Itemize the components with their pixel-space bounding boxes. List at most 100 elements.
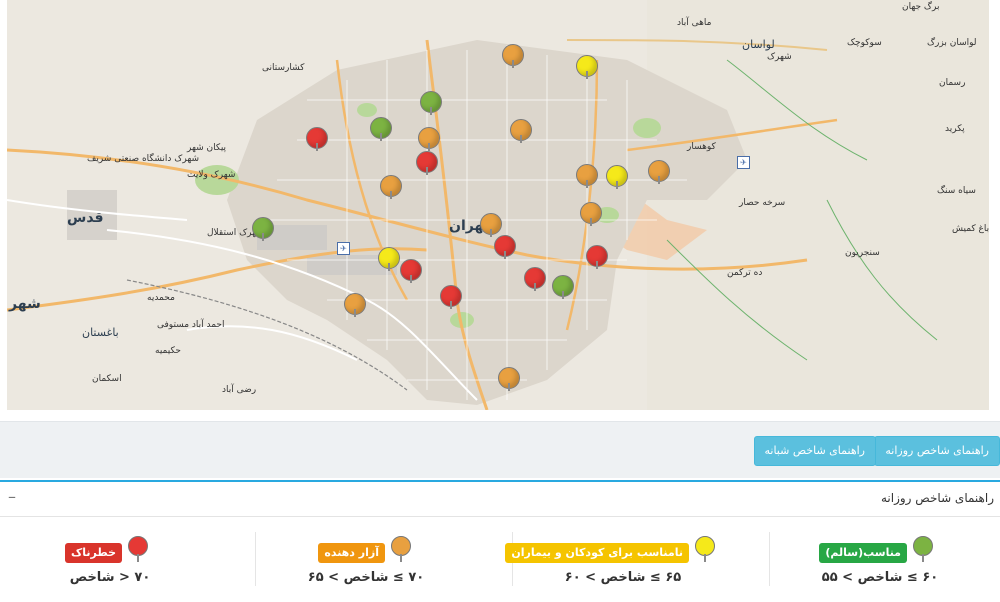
marker-pin bbox=[586, 180, 588, 188]
marker-pin bbox=[430, 107, 432, 115]
collapse-button[interactable]: – bbox=[8, 487, 16, 506]
index-range: ۶۵ ≥ شاخص > ۶۰ bbox=[564, 570, 682, 585]
marker-pin bbox=[512, 60, 514, 68]
night-index-guide-button[interactable]: راهنمای شاخص شبانه bbox=[753, 436, 876, 466]
marker-pin bbox=[534, 283, 536, 291]
map-label: ده ترکمن bbox=[727, 268, 763, 278]
marker-pin bbox=[380, 133, 382, 141]
marker-pin bbox=[590, 218, 592, 226]
station-marker[interactable] bbox=[400, 259, 422, 283]
map-label: شهرک bbox=[767, 52, 792, 62]
marker-pin bbox=[450, 301, 452, 309]
map-label: احمد آباد مستوفی bbox=[157, 320, 225, 330]
marker-pin bbox=[428, 143, 430, 151]
daily-index-guide-panel: راهنمای شاخص روزانه – خطرناک ۷۰ < شاخص آ… bbox=[0, 480, 1000, 602]
map-label: پکرید bbox=[945, 124, 965, 134]
map-label: کوهسار bbox=[687, 142, 716, 152]
map-label: شهر bbox=[9, 296, 41, 312]
station-marker[interactable] bbox=[648, 160, 670, 184]
map-label: شهرک ولایت bbox=[187, 170, 236, 180]
status-badge: نامناسب برای کودکان و بیماران bbox=[505, 543, 689, 563]
station-marker[interactable] bbox=[370, 117, 392, 141]
panel-header: راهنمای شاخص روزانه – bbox=[0, 482, 1000, 517]
map-label: اسکمان bbox=[92, 374, 122, 384]
marker-pin bbox=[596, 261, 598, 269]
station-marker[interactable] bbox=[418, 127, 440, 151]
map-label: حکیمیه bbox=[155, 346, 181, 356]
station-marker[interactable] bbox=[440, 285, 462, 309]
station-marker[interactable] bbox=[494, 235, 516, 259]
map-label: لواسان bbox=[742, 38, 775, 51]
marker-pin bbox=[658, 176, 660, 184]
status-badge: مناسب(سالم) bbox=[819, 543, 907, 563]
index-range: ۷۰ ≥ شاخص > ۶۵ bbox=[307, 570, 425, 585]
map-label: رضی آباد bbox=[222, 385, 257, 395]
station-marker[interactable] bbox=[502, 44, 524, 68]
map-view[interactable]: برگ جهان لواسان بزرگ لواسان شهرک سوکوچک … bbox=[7, 0, 989, 410]
red-marker-icon bbox=[128, 536, 148, 556]
map-label: باغستان bbox=[82, 326, 119, 339]
marker-pin bbox=[316, 143, 318, 151]
map-label: پیکان شهر bbox=[187, 143, 227, 153]
map-label: قدس bbox=[67, 210, 104, 226]
marker-stem bbox=[400, 554, 402, 562]
legend-item-annoying: آزار دهنده ۷۰ ≥ شاخص > ۶۵ bbox=[256, 536, 476, 596]
map-label: برگ جهان bbox=[902, 2, 940, 12]
airport-icon: ✈ bbox=[737, 156, 750, 169]
marker-pin bbox=[562, 291, 564, 299]
station-marker[interactable] bbox=[378, 247, 400, 271]
station-marker[interactable] bbox=[380, 175, 402, 199]
map-label: سرخه حصار bbox=[739, 198, 786, 208]
station-marker[interactable] bbox=[510, 119, 532, 143]
marker-stem bbox=[137, 554, 139, 562]
station-marker[interactable] bbox=[606, 165, 628, 189]
marker-pin bbox=[490, 229, 492, 237]
orange-marker-icon bbox=[391, 536, 411, 556]
map-label: سیاه سنگ bbox=[937, 186, 976, 196]
map-label: رسمان bbox=[939, 78, 966, 88]
marker-pin bbox=[520, 135, 522, 143]
index-range: ۷۰ < شاخص bbox=[69, 570, 151, 585]
station-marker[interactable] bbox=[576, 164, 598, 188]
marker-pin bbox=[354, 309, 356, 317]
legend-item-unhealthy-sensitive: نامناسب برای کودکان و بیماران ۶۵ ≥ شاخص … bbox=[505, 536, 733, 596]
green-marker-icon bbox=[913, 536, 933, 556]
marker-pin bbox=[410, 275, 412, 283]
yellow-marker-icon bbox=[695, 536, 715, 556]
station-marker[interactable] bbox=[576, 55, 598, 79]
marker-pin bbox=[262, 233, 264, 241]
station-marker[interactable] bbox=[580, 202, 602, 226]
station-marker[interactable] bbox=[420, 91, 442, 115]
status-badge: آزار دهنده bbox=[318, 543, 385, 563]
station-marker[interactable] bbox=[524, 267, 546, 291]
station-marker[interactable] bbox=[498, 367, 520, 391]
legend-item-good: مناسب(سالم) ۶۰ ≥ شاخص > ۵۵ bbox=[770, 536, 990, 596]
panel-title: راهنمای شاخص روزانه bbox=[880, 491, 994, 505]
station-marker[interactable] bbox=[306, 127, 328, 151]
station-marker[interactable] bbox=[252, 217, 274, 241]
marker-pin bbox=[508, 383, 510, 391]
map-label: باغ کمیش bbox=[952, 224, 989, 234]
marker-pin bbox=[586, 71, 588, 79]
map-label: کشارستانی bbox=[262, 63, 305, 73]
airport-icon: ✈ bbox=[337, 242, 350, 255]
station-marker[interactable] bbox=[586, 245, 608, 269]
marker-pin bbox=[616, 181, 618, 189]
guide-toolbar: راهنمای شاخص روزانه راهنمای شاخص شبانه bbox=[0, 421, 1000, 478]
index-range: ۶۰ ≥ شاخص > ۵۵ bbox=[821, 570, 939, 585]
station-marker[interactable] bbox=[344, 293, 366, 317]
map-label: لواسان بزرگ bbox=[927, 38, 977, 48]
marker-stem bbox=[704, 554, 706, 562]
map-label: محمدیه bbox=[147, 293, 175, 303]
marker-pin bbox=[388, 263, 390, 271]
daily-index-guide-button[interactable]: راهنمای شاخص روزانه bbox=[874, 436, 1000, 466]
map-label: ماهی آباد bbox=[677, 18, 712, 28]
legend-item-dangerous: خطرناک ۷۰ < شاخص bbox=[0, 536, 220, 596]
station-marker[interactable] bbox=[416, 151, 438, 175]
station-marker[interactable] bbox=[552, 275, 574, 299]
marker-pin bbox=[504, 251, 506, 259]
marker-stem bbox=[922, 554, 924, 562]
status-badge: خطرناک bbox=[64, 543, 122, 563]
marker-pin bbox=[390, 191, 392, 199]
station-marker[interactable] bbox=[480, 213, 502, 237]
